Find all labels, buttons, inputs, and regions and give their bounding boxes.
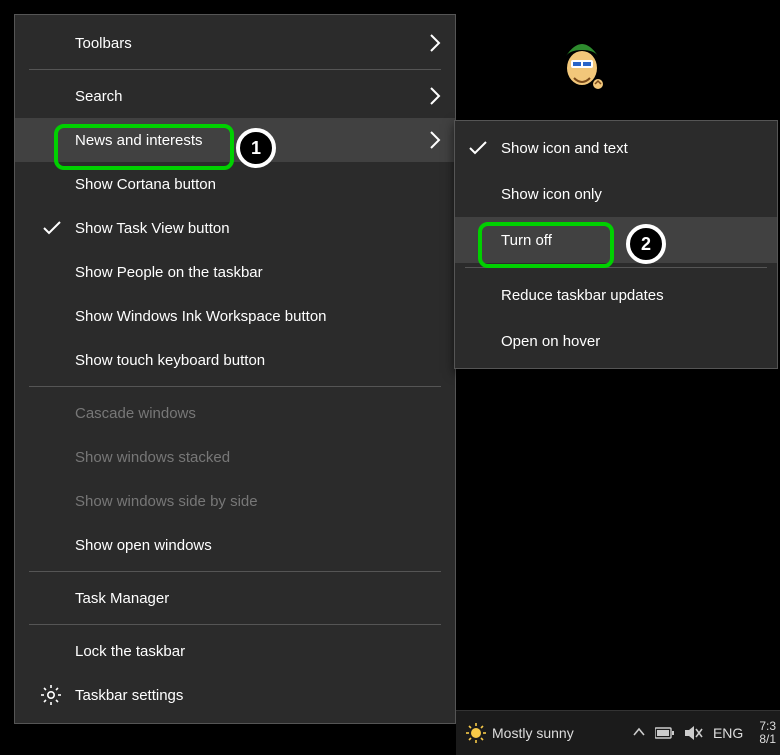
check-icon — [43, 221, 61, 235]
taskbar-weather-widget[interactable]: Mostly sunny — [456, 723, 584, 743]
submenu-item-open-hover[interactable]: Open on hover — [455, 318, 777, 364]
menu-label: Show touch keyboard button — [75, 352, 265, 369]
menu-item-sidebyside: Show windows side by side — [15, 479, 455, 523]
menu-item-touch-keyboard[interactable]: Show touch keyboard button — [15, 338, 455, 382]
chevron-right-icon — [429, 87, 441, 105]
battery-icon[interactable] — [655, 727, 675, 739]
tray-overflow-icon[interactable] — [633, 727, 645, 739]
submenu-item-icon-text[interactable]: Show icon and text — [455, 125, 777, 171]
menu-item-taskbar-settings[interactable]: Taskbar settings — [15, 673, 455, 717]
volume-icon[interactable] — [685, 726, 703, 740]
chevron-right-icon — [429, 131, 441, 149]
taskbar: Mostly sunny ENG 7:3 8/1 — [456, 710, 780, 755]
weather-text: Mostly sunny — [492, 725, 574, 741]
tray-language[interactable]: ENG — [713, 725, 743, 741]
menu-separator — [29, 69, 441, 70]
menu-label: News and interests — [75, 132, 203, 149]
menu-label: Show Windows Ink Workspace button — [75, 308, 327, 325]
menu-item-taskmgr[interactable]: Task Manager — [15, 576, 455, 620]
submenu-item-icon-only[interactable]: Show icon only — [455, 171, 777, 217]
menu-item-taskview[interactable]: Show Task View button — [15, 206, 455, 250]
menu-label: Turn off — [501, 232, 552, 249]
menu-label: Show Task View button — [75, 220, 230, 237]
weather-sun-icon — [466, 723, 486, 743]
menu-label: Toolbars — [75, 35, 132, 52]
menu-label: Show windows side by side — [75, 493, 258, 510]
chevron-right-icon — [429, 34, 441, 52]
submenu-item-turn-off[interactable]: Turn off — [455, 217, 777, 263]
menu-item-stacked: Show windows stacked — [15, 435, 455, 479]
menu-item-search[interactable]: Search — [15, 74, 455, 118]
taskbar-context-menu: Toolbars Search News and interests Show … — [14, 14, 456, 724]
menu-label: Show Cortana button — [75, 176, 216, 193]
clock-date: 8/1 — [759, 733, 776, 746]
menu-separator — [465, 267, 767, 268]
menu-item-ink[interactable]: Show Windows Ink Workspace button — [15, 294, 455, 338]
check-icon — [469, 141, 487, 155]
menu-label: Task Manager — [75, 590, 169, 607]
menu-item-cortana[interactable]: Show Cortana button — [15, 162, 455, 206]
menu-label: Taskbar settings — [75, 687, 183, 704]
menu-label: Cascade windows — [75, 405, 196, 422]
menu-separator — [29, 571, 441, 572]
menu-item-people[interactable]: Show People on the taskbar — [15, 250, 455, 294]
menu-item-toolbars[interactable]: Toolbars — [15, 21, 455, 65]
tray-clock[interactable]: 7:3 8/1 — [753, 720, 776, 746]
menu-label: Show icon only — [501, 186, 602, 203]
menu-label: Show icon and text — [501, 140, 628, 157]
menu-separator — [29, 386, 441, 387]
system-tray: ENG 7:3 8/1 — [633, 720, 780, 746]
menu-label: Search — [75, 88, 123, 105]
news-interests-submenu: Show icon and text Show icon only Turn o… — [454, 120, 778, 369]
menu-label: Lock the taskbar — [75, 643, 185, 660]
menu-label: Show windows stacked — [75, 449, 230, 466]
gear-icon — [41, 685, 61, 705]
menu-item-news-interests[interactable]: News and interests — [15, 118, 455, 162]
menu-label: Show open windows — [75, 537, 212, 554]
menu-item-cascade: Cascade windows — [15, 391, 455, 435]
menu-item-show-open[interactable]: Show open windows — [15, 523, 455, 567]
menu-label: Show People on the taskbar — [75, 264, 263, 281]
desktop-character-icon — [558, 36, 606, 92]
submenu-item-reduce-updates[interactable]: Reduce taskbar updates — [455, 272, 777, 318]
menu-label: Reduce taskbar updates — [501, 287, 664, 304]
menu-label: Open on hover — [501, 333, 600, 350]
menu-item-lock-taskbar[interactable]: Lock the taskbar — [15, 629, 455, 673]
menu-separator — [29, 624, 441, 625]
